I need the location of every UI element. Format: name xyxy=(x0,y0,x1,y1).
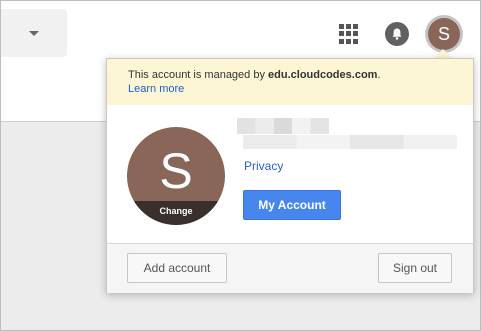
sign-out-button[interactable]: Sign out xyxy=(378,253,452,283)
redacted-account-name xyxy=(237,118,329,134)
caret-down-icon xyxy=(29,30,39,36)
avatar-letter: S xyxy=(428,18,460,50)
profile-avatar-letter: S xyxy=(159,143,193,199)
managed-account-notice: This account is managed by edu.cloudcode… xyxy=(107,59,473,105)
privacy-link[interactable]: Privacy xyxy=(244,159,283,173)
my-account-button[interactable]: My Account xyxy=(243,190,341,220)
account-avatar-button[interactable]: S xyxy=(425,15,463,53)
bell-icon[interactable] xyxy=(385,22,409,46)
account-popup: This account is managed by edu.cloudcode… xyxy=(106,58,474,293)
change-photo-button[interactable]: Change xyxy=(127,201,225,225)
learn-more-link[interactable]: Learn more xyxy=(128,83,184,95)
notice-text: This account is managed by edu.cloudcode… xyxy=(128,69,381,81)
profile-avatar[interactable]: S Change xyxy=(127,127,225,225)
popup-footer: Add account Sign out xyxy=(107,243,473,293)
dropdown-button[interactable] xyxy=(1,9,67,57)
apps-grid-icon[interactable] xyxy=(339,24,359,44)
add-account-button[interactable]: Add account xyxy=(127,253,227,283)
redacted-account-email xyxy=(243,135,457,149)
managed-domain: edu.cloudcodes.com xyxy=(268,69,378,81)
